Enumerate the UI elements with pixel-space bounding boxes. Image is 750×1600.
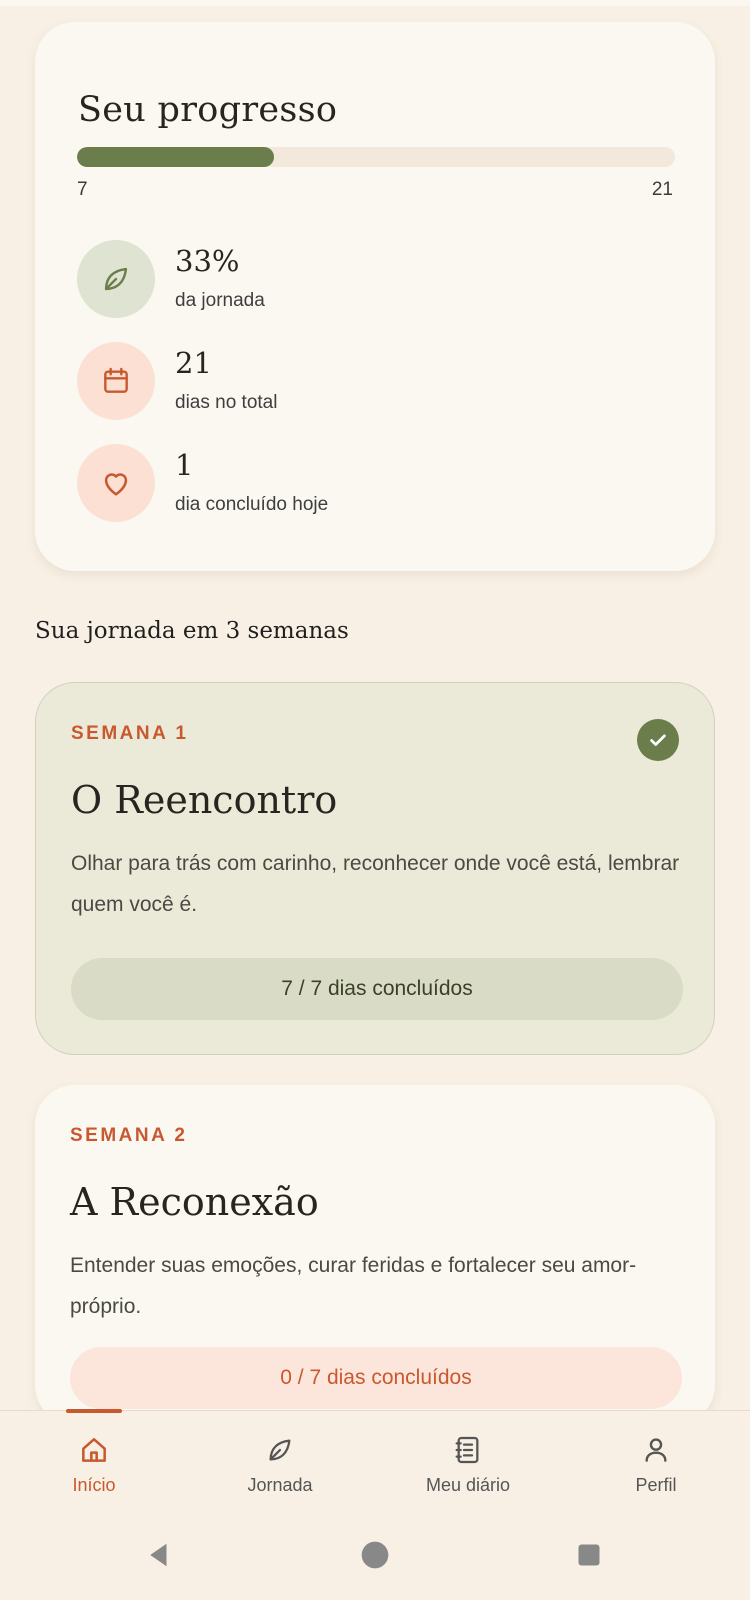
leaf-icon: [261, 1431, 299, 1469]
home-icon: [75, 1431, 113, 1469]
nav-item-inicio[interactable]: Início: [24, 1411, 164, 1511]
week-description: Olhar para trás com carinho, reconhecer …: [71, 852, 680, 916]
progress-bar-fill: [77, 147, 275, 167]
check-icon: [637, 719, 679, 761]
progress-bar: [77, 147, 675, 167]
journey-heading: Sua jornada em 3 semanas: [35, 618, 349, 644]
week-title: A Reconexão: [70, 1180, 319, 1224]
stat-value: 21: [175, 346, 212, 380]
week-tag: SEMANA 1: [71, 723, 189, 744]
person-icon: [637, 1431, 675, 1469]
stat-days-today: 1 dia concluído hoje: [77, 444, 637, 522]
nav-item-meu-diario[interactable]: Meu diário: [398, 1411, 538, 1511]
progress-card: Seu progresso 7 21 33% da jornada 21 dia…: [35, 22, 715, 571]
back-icon[interactable]: [142, 1538, 176, 1572]
stat-value: 1: [175, 448, 194, 482]
nav-label: Perfil: [635, 1475, 677, 1495]
week-description: Entender suas emoções, curar feridas e f…: [70, 1254, 637, 1318]
nav-item-jornada[interactable]: Jornada: [210, 1411, 350, 1511]
leaf-icon: [77, 240, 155, 318]
progress-title: Seu progresso: [78, 90, 338, 130]
nav-label: Meu diário: [425, 1475, 511, 1495]
system-navigation-bar: [0, 1510, 750, 1600]
nav-item-perfil[interactable]: Perfil: [586, 1411, 726, 1511]
week-card-1[interactable]: SEMANA 1 O Reencontro Olhar para trás co…: [35, 682, 715, 1055]
heart-icon: [77, 444, 155, 522]
week-tag: SEMANA 2: [70, 1125, 188, 1146]
week-status-pill: 7 / 7 dias concluídos: [71, 958, 683, 1020]
week-title: O Reencontro: [71, 778, 338, 822]
stat-label: dias no total: [175, 392, 278, 413]
bottom-navigation: Início Jornada Meu diário Perfil: [0, 1409, 750, 1511]
journal-icon: [449, 1431, 487, 1469]
status-strip: [0, 0, 750, 6]
nav-label: Início: [72, 1475, 116, 1495]
week-card-2[interactable]: SEMANA 2 A Reconexão Entender suas emoçõ…: [35, 1085, 715, 1425]
stat-total-days: 21 dias no total: [77, 342, 637, 420]
nav-label: Jornada: [247, 1475, 313, 1495]
calendar-icon: [77, 342, 155, 420]
recents-icon[interactable]: [572, 1538, 606, 1572]
progress-bar-max-label: 21: [651, 179, 673, 200]
week-status-pill: 0 / 7 dias concluídos: [70, 1347, 682, 1409]
home-button-icon[interactable]: [358, 1538, 392, 1572]
stat-label: dia concluído hoje: [175, 494, 329, 515]
stat-value: 33%: [175, 244, 240, 278]
stat-label: da jornada: [175, 290, 265, 311]
progress-bar-min-label: 7: [77, 179, 88, 200]
stat-journey-percent: 33% da jornada: [77, 240, 637, 318]
